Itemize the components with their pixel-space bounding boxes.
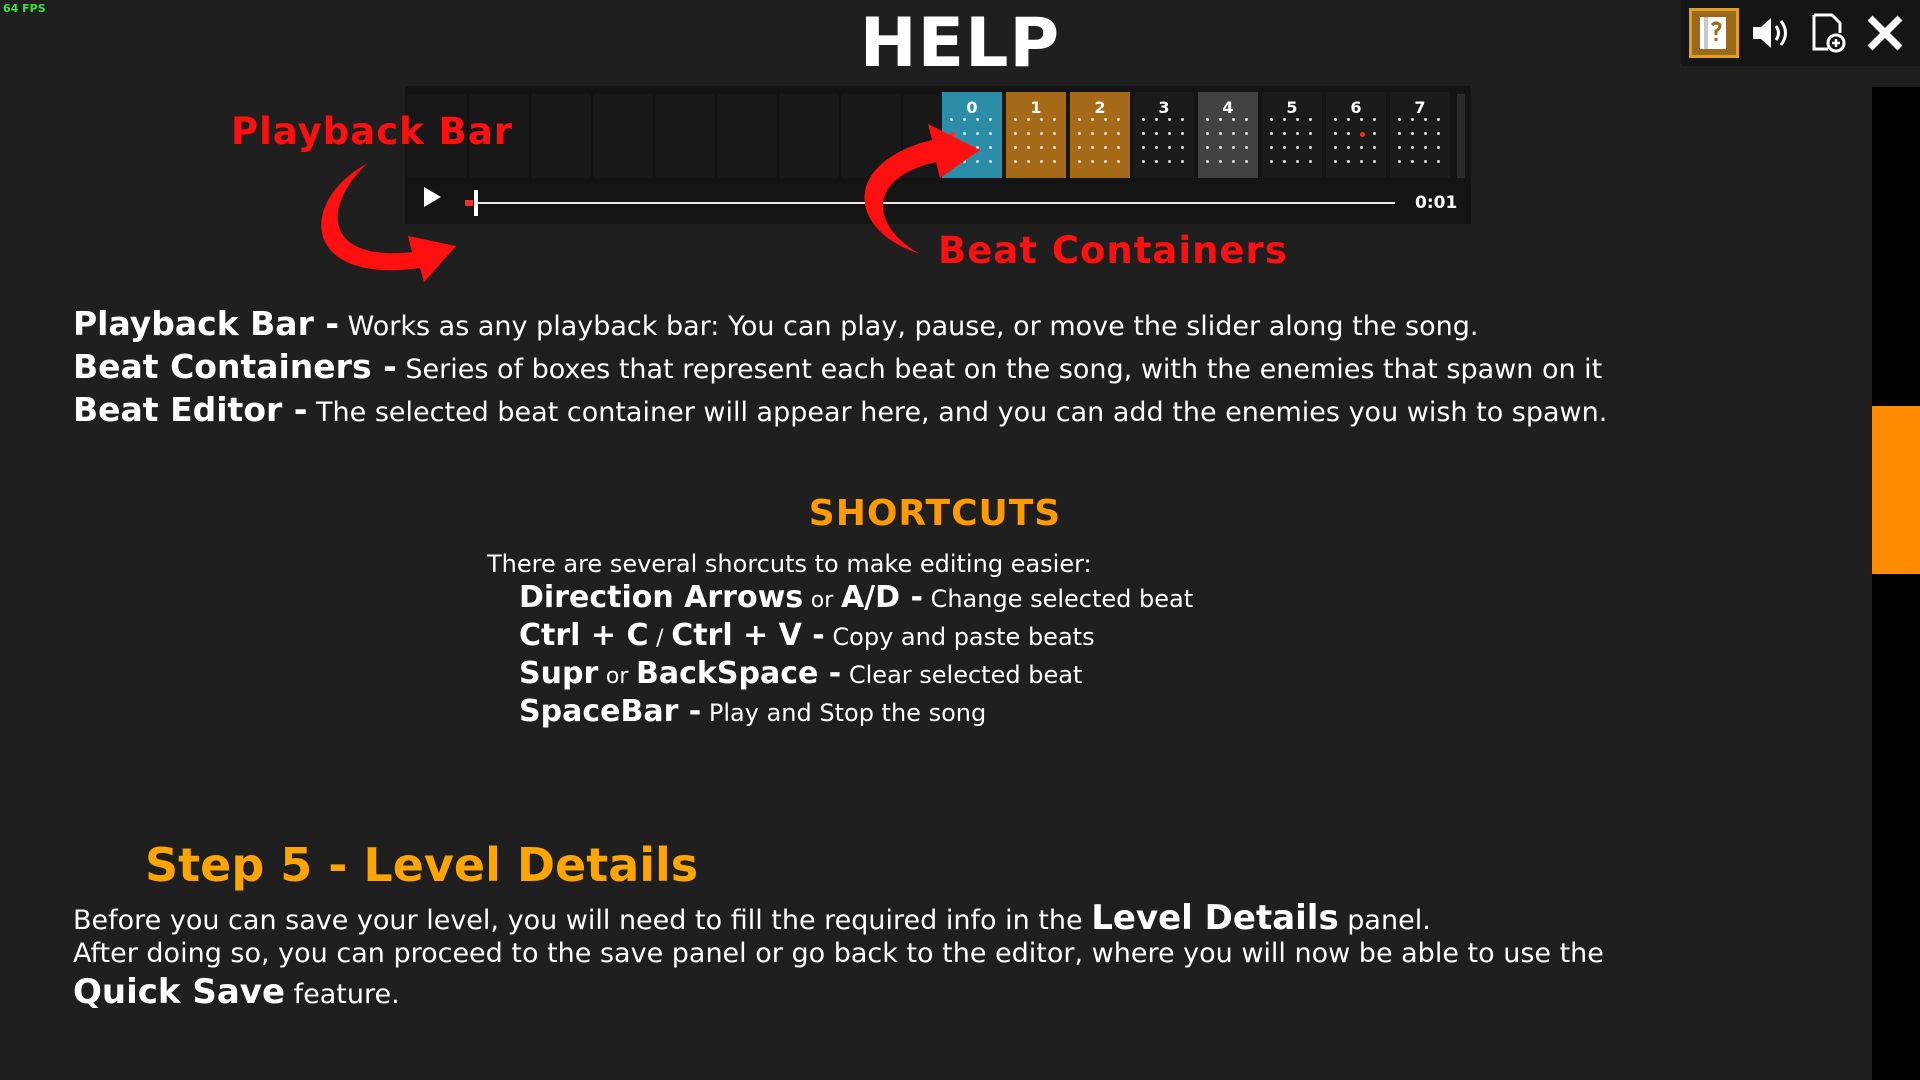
shortcut-key: Ctrl + C [519,618,649,653]
shortcut-item: Direction Arrows or A/D - Change selecte… [519,580,1193,615]
shortcut-separator: or [810,588,834,613]
beat-dot [1424,146,1427,149]
paragraph-text: panel. [1347,905,1431,936]
beat-dot [1437,146,1440,149]
description-line: Playback Bar - Works as any playback bar… [73,304,1478,343]
close-button[interactable] [1860,8,1910,58]
step-paragraph-2: After doing so, you can proceed to the s… [73,938,1604,969]
playback-time: 0:01 [1415,193,1458,213]
shortcut-desc: Change selected beat [930,585,1194,613]
shortcut-item: SpaceBar - Play and Stop the song [519,694,986,729]
shortcut-separator: / [656,626,664,651]
step-paragraph-3: Quick Save feature. [73,972,400,1012]
sound-button[interactable] [1746,8,1796,58]
paragraph-text: feature. [293,979,400,1010]
speaker-icon [1749,13,1793,53]
close-icon [1865,13,1905,53]
beat-dot [1424,132,1427,135]
shortcut-item: Ctrl + C / Ctrl + V - Copy and paste bea… [519,618,1095,653]
step-paragraph-1: Before you can save your level, you will… [73,898,1431,938]
shortcut-desc: Clear selected beat [848,661,1083,689]
callout-playback-bar: Playback Bar [231,110,514,153]
shortcut-desc: Copy and paste beats [832,623,1095,651]
help-book-icon [1697,13,1731,53]
paragraph-bold: Quick Save [73,972,286,1012]
beat-dot [1411,118,1414,121]
shortcuts-intro: There are several shorcuts to make editi… [487,550,1092,578]
help-button[interactable] [1689,8,1739,58]
description-term: Beat Editor - [73,390,308,429]
paragraph-bold: Level Details [1091,898,1339,938]
shortcut-key: A/D - [840,580,923,615]
top-toolbar [1681,0,1920,66]
description-text: Works as any playback bar: You can play,… [347,311,1479,342]
beat-dot [1437,132,1440,135]
beat-dot [1411,146,1414,149]
description-term: Playback Bar - [73,304,340,343]
description-line: Beat Containers - Series of boxes that r… [73,347,1602,386]
description-text: Series of boxes that represent each beat… [405,354,1603,385]
step-heading: Step 5 - Level Details [145,838,699,892]
beat-grid [1398,118,1442,172]
scrollbar-thumb[interactable] [1872,406,1920,574]
new-file-icon [1810,12,1846,54]
shortcut-key: BackSpace - [636,656,842,691]
beat-dot [1437,118,1440,121]
beat-container-partial [1457,94,1465,178]
scrollbar-track[interactable] [1872,87,1920,1080]
shortcut-desc: Play and Stop the song [708,699,987,727]
paragraph-text: Before you can save your level, you will… [73,905,1083,936]
beat-dot [1437,160,1440,163]
beat-dot [1424,160,1427,163]
shortcut-key: SpaceBar - [519,694,702,729]
shortcut-separator: or [605,664,629,689]
arrow-icon [321,163,456,282]
shortcut-key: Ctrl + V - [671,618,825,653]
shortcut-item: Supr or BackSpace - Clear selected beat [519,656,1082,691]
beat-dot [1424,118,1427,121]
description-line: Beat Editor - The selected beat containe… [73,390,1607,429]
beat-dot [1411,132,1414,135]
new-level-button[interactable] [1803,8,1853,58]
description-term: Beat Containers - [73,347,397,386]
callout-beat-containers: Beat Containers [938,229,1288,272]
shortcuts-heading: SHORTCUTS [808,493,1062,534]
shortcut-key: Supr [519,656,599,691]
description-text: The selected beat container will appear … [316,397,1608,428]
beat-dot [1411,160,1414,163]
shortcut-key: Direction Arrows [519,580,804,615]
